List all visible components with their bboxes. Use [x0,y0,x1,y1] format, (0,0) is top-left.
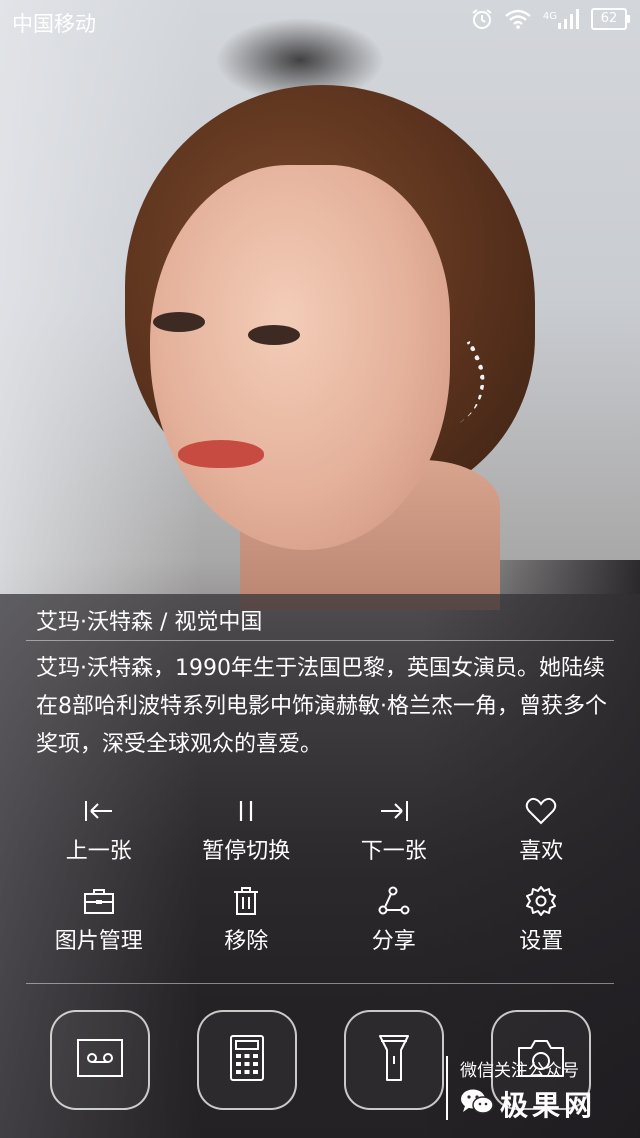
briefcase-icon [79,883,119,919]
action-grid: 上一张 暂停切换 下一张 喜欢 图片管理 移除 分享 设置 [25,793,615,959]
trash-icon [226,883,266,919]
photo-description: 艾玛·沃特森，1990年生于法国巴黎，英国女演员。她陆续在8部哈利波特系列电影中… [36,656,607,757]
lock-screen: 中国移动 4G 62 艾玛·沃特森 / 视觉中国 艾玛·沃特森，1990年生于法… [0,0,640,1138]
flashlight-shortcut[interactable] [344,1010,444,1110]
heart-icon [521,793,561,829]
watermark-follow-text: 微信关注公众号 [460,1061,579,1081]
settings-button[interactable]: 设置 [468,883,616,959]
manage-photos-button[interactable]: 图片管理 [25,883,173,959]
share-label: 分享 [371,929,416,954]
pause-icon [226,793,266,829]
flashlight-icon [378,1034,410,1086]
previous-icon [79,793,119,829]
share-button[interactable]: 分享 [320,883,468,959]
watermark-brand: 极果网 [500,1089,597,1122]
divider [26,640,614,641]
signal-icon: 4G [543,9,579,29]
settings-label: 设置 [519,929,564,954]
share-icon [374,883,414,919]
like-label: 喜欢 [519,839,564,864]
calculator-icon [229,1034,265,1086]
carrier-name: 中国移动 [12,12,96,36]
wifi-icon [505,9,531,29]
remove-label: 移除 [224,929,269,954]
recorder-shortcut[interactable] [50,1010,150,1110]
alarm-icon [471,8,493,30]
battery-level: 62 [591,8,627,30]
next-button[interactable]: 下一张 [320,793,468,869]
divider [26,983,614,984]
watermark: 微信关注公众号 极果网 [446,1052,636,1122]
calculator-shortcut[interactable] [197,1010,297,1110]
battery-icon: 62 [591,8,630,30]
network-type: 4G [542,11,557,22]
pause-label: 暂停切换 [202,839,291,864]
previous-button[interactable]: 上一张 [25,793,173,869]
like-button[interactable]: 喜欢 [468,793,616,869]
remove-button[interactable]: 移除 [173,883,321,959]
next-label: 下一张 [360,839,427,864]
wechat-icon [460,1088,494,1120]
pause-slideshow-button[interactable]: 暂停切换 [173,793,321,869]
recorder-icon [76,1038,124,1082]
gear-icon [521,883,561,919]
photo-caption: 艾玛·沃特森 / 视觉中国 [36,610,263,635]
previous-label: 上一张 [65,839,132,864]
manage-photos-label: 图片管理 [54,929,143,954]
status-bar: 中国移动 4G 62 [0,0,640,44]
next-icon [374,793,414,829]
